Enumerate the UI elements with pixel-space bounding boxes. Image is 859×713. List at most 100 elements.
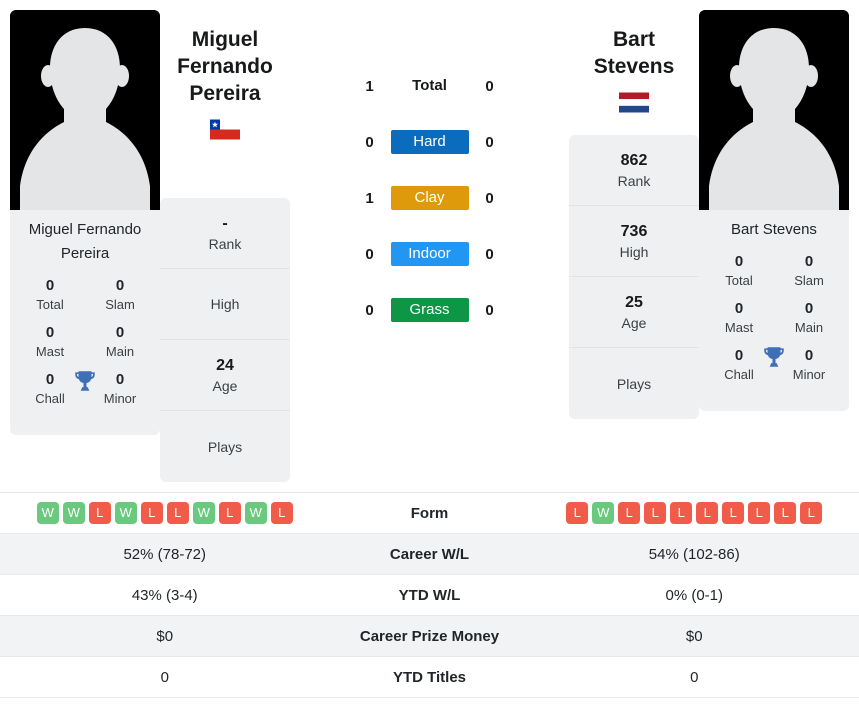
form-badge-loss[interactable]: L xyxy=(774,502,797,524)
right-stat-plays: Plays xyxy=(569,348,699,419)
surface-label-grass[interactable]: Grass xyxy=(390,298,469,322)
surface-left-score: 0 xyxy=(365,245,374,263)
right-player-titles-grid: 0 Total 0 Slam 0 Mast 0 Main 0 Chall 0 M… xyxy=(699,248,849,411)
surface-label-hard[interactable]: Hard xyxy=(390,130,469,154)
left-titles-chall: 0 Chall xyxy=(24,370,76,408)
right-stat-age-value: 25 xyxy=(625,293,643,311)
surface-right-score: 0 xyxy=(485,189,494,207)
right-titles-main-value: 0 xyxy=(804,300,814,317)
surface-right-score: 0 xyxy=(485,301,494,319)
form-badge-loss[interactable]: L xyxy=(748,502,771,524)
right-titles-slam: 0 Slam xyxy=(783,252,835,290)
right-player-stat-stack: 862 Rank 736 High 25 Age Plays xyxy=(569,135,699,419)
form-badge-loss[interactable]: L xyxy=(166,502,189,524)
surface-row-grass: 0 Grass 0 xyxy=(345,282,515,338)
form-badge-loss[interactable]: L xyxy=(88,502,111,524)
form-badge-loss[interactable]: L xyxy=(270,502,293,524)
left-player-card: Miguel Fernando Pereira 0 Total 0 Slam 0… xyxy=(10,10,160,435)
left-titles-minor-value: 0 xyxy=(115,371,125,388)
form-badge-win[interactable]: W xyxy=(36,502,59,524)
surface-row-indoor: 0 Indoor 0 xyxy=(345,226,515,282)
row-label-form: Form xyxy=(410,504,449,522)
left-titles-row-2: 0 Mast 0 Main xyxy=(16,323,154,361)
right-stat-high-value: 736 xyxy=(620,222,648,240)
left-stat-rank-value: - xyxy=(222,214,228,232)
table-row: 43% (3-4) YTD W/L 0% (0-1) xyxy=(0,575,859,616)
right-form-cell: LWLLLLLLLL xyxy=(530,502,859,524)
right-stat-age: 25 Age xyxy=(569,277,699,348)
right-titles-chall-label: Chall xyxy=(724,367,754,382)
right-stat-rank: 862 Rank xyxy=(569,135,699,206)
head-to-head-surfaces: 1 Total 0 0 Hard 0 1 Clay 0 0 Indoor 0 0 Grass 0 xyxy=(290,10,569,338)
left-stat-rank-label: Rank xyxy=(208,235,242,252)
left-stat-plays: Plays xyxy=(160,411,290,482)
form-badge-loss[interactable]: L xyxy=(722,502,745,524)
form-badge-loss[interactable]: L xyxy=(618,502,641,524)
comparison-table: W W L W L L W L W L Form L W L L L L L L L L 52% (78-72) Caree… xyxy=(0,492,859,698)
table-row: 52% (78-72) Career W/L 54% (102-86) xyxy=(0,534,859,575)
right-titles-mast: 0 Mast xyxy=(713,299,765,337)
left-titles-mast: 0 Mast xyxy=(24,323,76,361)
right-titles-mast-label: Mast xyxy=(724,320,754,335)
right-career_prize_money-cell: $0 xyxy=(685,627,703,645)
form-badge-loss[interactable]: L xyxy=(218,502,241,524)
chile-flag-icon xyxy=(210,119,240,140)
left-titles-chall-value: 0 xyxy=(45,371,55,388)
right-titles-total: 0 Total xyxy=(713,252,765,290)
left-titles-minor-label: Minor xyxy=(103,391,137,406)
form-badge-loss[interactable]: L xyxy=(670,502,693,524)
right-stat-high-label: High xyxy=(619,243,649,260)
surface-right-score: 0 xyxy=(485,133,494,151)
form-badge-win[interactable]: W xyxy=(192,502,215,524)
left-form-strip: WWLWLLWLWL xyxy=(8,502,322,524)
right-stat-high: 736 High xyxy=(569,206,699,277)
table-row: W W L W L L W L W L Form L W L L L L L L L L xyxy=(0,493,859,534)
surface-label-total: Total xyxy=(412,77,447,94)
trophy-icon xyxy=(764,347,784,367)
surface-right-score: 0 xyxy=(485,77,494,95)
right-stat-rank-label: Rank xyxy=(617,172,651,189)
surface-left-score: 0 xyxy=(365,301,374,319)
right-player-photo-caption: Bart Stevens xyxy=(731,221,817,238)
left-player-photo-caption: Miguel Fernando Pereira xyxy=(28,221,142,262)
right-titles-chall-value: 0 xyxy=(734,347,744,364)
surface-row-clay: 1 Clay 0 xyxy=(345,170,515,226)
left-titles-total-label: Total xyxy=(36,297,64,312)
left-player-name: Miguel Fernando Pereira xyxy=(177,28,273,105)
form-badge-win[interactable]: W xyxy=(62,502,85,524)
left-titles-main-value: 0 xyxy=(115,324,125,341)
left-stat-age: 24 Age xyxy=(160,340,290,411)
left-player-photo xyxy=(10,10,160,210)
form-badge-win[interactable]: W xyxy=(114,502,137,524)
form-badge-loss[interactable]: L xyxy=(140,502,163,524)
surface-left-score: 1 xyxy=(365,189,374,207)
form-badge-win[interactable]: W xyxy=(244,502,267,524)
right-stat-plays-label: Plays xyxy=(616,375,652,392)
right-titles-main: 0 Main xyxy=(783,299,835,337)
left-ytd_titles-cell: 0 xyxy=(160,668,169,686)
left-player-info: Miguel Fernando Pereira - Rank High 24 A… xyxy=(160,10,290,482)
right-titles-slam-label: Slam xyxy=(794,273,824,288)
left-career_prize_money-cell: $0 xyxy=(156,627,174,645)
row-label-career_wl: Career W/L xyxy=(389,545,470,563)
right-player-photo xyxy=(699,10,849,210)
surface-label-clay[interactable]: Clay xyxy=(390,186,469,210)
left-stat-age-label: Age xyxy=(212,377,238,394)
surface-row-hard: 0 Hard 0 xyxy=(345,114,515,170)
form-badge-loss[interactable]: L xyxy=(800,502,823,524)
left-stat-plays-label: Plays xyxy=(207,438,243,455)
players-overview: Miguel Fernando Pereira 0 Total 0 Slam 0… xyxy=(0,0,859,492)
right-titles-main-label: Main xyxy=(794,320,824,335)
form-badge-loss[interactable]: L xyxy=(566,502,589,524)
left-form-cell: WWLWLLWLWL xyxy=(0,502,330,524)
left-titles-total: 0 Total xyxy=(24,276,76,314)
left-titles-total-value: 0 xyxy=(45,277,55,294)
form-badge-loss[interactable]: L xyxy=(644,502,667,524)
form-badge-loss[interactable]: L xyxy=(696,502,719,524)
right-career_wl-cell: 54% (102-86) xyxy=(648,545,740,563)
left-stat-rank: - Rank xyxy=(160,198,290,269)
right-form-strip: LWLLLLLLLL xyxy=(538,502,852,524)
form-badge-win[interactable]: W xyxy=(592,502,615,524)
surface-label-indoor[interactable]: Indoor xyxy=(390,242,469,266)
left-titles-slam: 0 Slam xyxy=(94,276,146,314)
